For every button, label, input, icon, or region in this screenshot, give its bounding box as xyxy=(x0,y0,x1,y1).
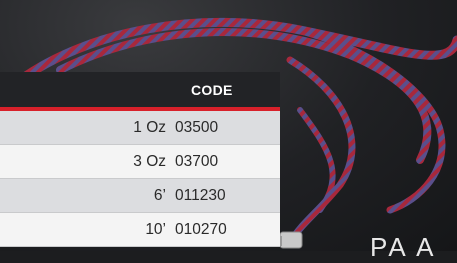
overlay-text: PA A xyxy=(370,232,437,262)
table-row: 6’ 011230 xyxy=(0,179,280,213)
code-column-header: CODE xyxy=(191,81,233,98)
code-cell: 03500 xyxy=(175,118,219,136)
size-cell: 6’ xyxy=(153,186,166,204)
size-cell: 10’ xyxy=(145,220,166,238)
table-row: 3 Oz 03700 xyxy=(0,145,280,179)
table-row: 1 Oz 03500 xyxy=(0,111,280,145)
code-cell: 03700 xyxy=(175,152,219,170)
table-row: 10’ 010270 xyxy=(0,213,280,247)
product-table: CODE 1 Oz 03500 3 Oz 03700 6’ 011230 10’… xyxy=(0,72,280,247)
table-header: CODE xyxy=(0,72,280,107)
code-cell: 011230 xyxy=(175,186,226,204)
size-cell: 3 Oz xyxy=(133,152,166,170)
code-cell: 010270 xyxy=(175,220,227,238)
size-cell: 1 Oz xyxy=(133,118,166,136)
